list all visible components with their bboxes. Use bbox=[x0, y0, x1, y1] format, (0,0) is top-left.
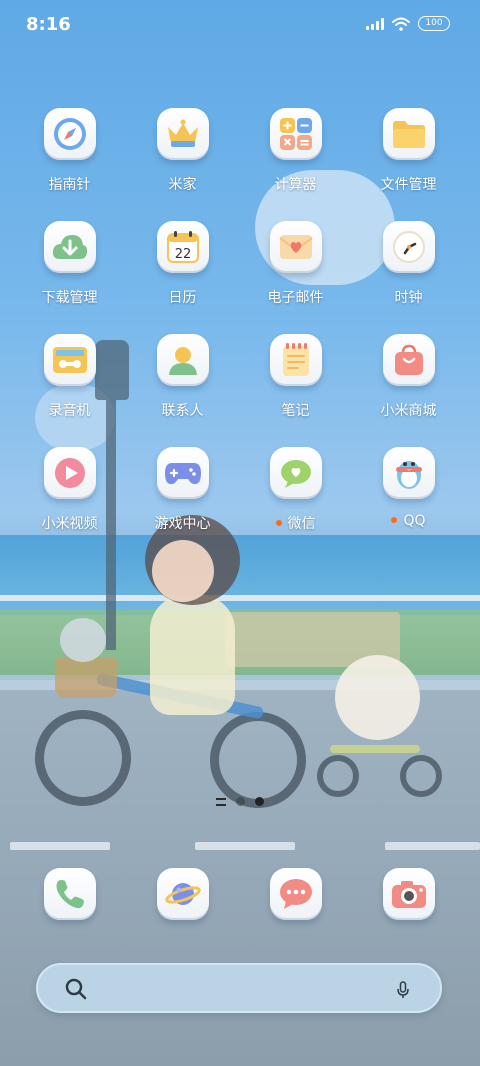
app-label: QQ bbox=[352, 513, 465, 529]
app-label: 下载管理 bbox=[41, 290, 98, 306]
gamepad-icon bbox=[156, 447, 209, 499]
folder-icon bbox=[382, 108, 435, 160]
dock-camera[interactable] bbox=[352, 868, 465, 920]
app-calendar[interactable]: 22 日历 bbox=[126, 221, 239, 307]
qq-penguin-icon bbox=[382, 447, 435, 499]
compass-icon bbox=[43, 108, 96, 160]
app-email[interactable]: 电子邮件 bbox=[239, 221, 352, 307]
shopping-bag-icon bbox=[382, 334, 435, 386]
wallpaper-dog-bike-wheel bbox=[400, 755, 442, 797]
contact-icon bbox=[156, 334, 209, 386]
app-label: 笔记 bbox=[281, 403, 310, 419]
app-label: 录音机 bbox=[48, 403, 91, 419]
app-recorder[interactable]: 录音机 bbox=[13, 334, 126, 420]
play-video-icon bbox=[43, 447, 96, 499]
dock-phone[interactable] bbox=[13, 868, 126, 920]
microphone-icon[interactable] bbox=[396, 981, 410, 999]
app-game-center[interactable]: 游戏中心 bbox=[126, 447, 239, 533]
page-dot[interactable] bbox=[236, 797, 245, 806]
mail-heart-icon bbox=[269, 221, 322, 273]
wallpaper-girl bbox=[150, 595, 235, 715]
wallpaper-road-line bbox=[10, 842, 110, 850]
clock-icon bbox=[382, 221, 435, 273]
app-label: 小米商城 bbox=[380, 403, 437, 419]
dock-messages[interactable] bbox=[239, 868, 352, 920]
app-mi-video[interactable]: 小米视频 bbox=[13, 447, 126, 533]
wifi-icon bbox=[392, 17, 410, 31]
app-label: 联系人 bbox=[161, 403, 204, 419]
app-download-manager[interactable]: 下载管理 bbox=[13, 221, 126, 307]
app-compass[interactable]: 指南针 bbox=[13, 108, 126, 194]
app-label: 日历 bbox=[168, 290, 197, 306]
search-icon[interactable] bbox=[64, 977, 88, 1001]
app-notes[interactable]: 笔记 bbox=[239, 334, 352, 420]
app-label: 微信 bbox=[239, 513, 352, 533]
page-indicator[interactable] bbox=[0, 797, 480, 806]
wallpaper-dog-bike-wheel bbox=[317, 755, 359, 797]
app-label: 计算器 bbox=[274, 177, 317, 193]
wallpaper-railing bbox=[0, 595, 480, 601]
new-install-dot bbox=[391, 517, 398, 523]
app-clock[interactable]: 时钟 bbox=[352, 221, 465, 307]
status-icons: 100 bbox=[366, 16, 450, 31]
app-calculator[interactable]: 计算器 bbox=[239, 108, 352, 194]
app-mijia[interactable]: 米家 bbox=[126, 108, 239, 194]
wallpaper-dog-bike bbox=[330, 745, 420, 753]
app-label: 时钟 bbox=[394, 290, 423, 306]
app-mi-store[interactable]: 小米商城 bbox=[352, 334, 465, 420]
app-label: 指南针 bbox=[48, 177, 91, 193]
app-label: 小米视频 bbox=[41, 516, 98, 532]
app-label-text: QQ bbox=[403, 513, 426, 529]
wechat-icon bbox=[269, 447, 322, 499]
calendar-icon: 22 bbox=[156, 221, 209, 273]
battery-indicator: 100 bbox=[418, 16, 450, 31]
page-dot-active[interactable] bbox=[255, 797, 264, 806]
page-indicator-menu[interactable] bbox=[216, 797, 226, 806]
wallpaper-cat bbox=[60, 618, 106, 662]
planet-icon bbox=[156, 868, 209, 920]
app-label: 游戏中心 bbox=[154, 516, 211, 532]
calculator-icon bbox=[269, 108, 322, 160]
notes-icon bbox=[269, 334, 322, 386]
status-bar: 8:16 100 bbox=[0, 0, 480, 50]
wallpaper-road-line bbox=[195, 842, 295, 850]
wallpaper-bike-wheel bbox=[210, 712, 306, 808]
search-bar[interactable] bbox=[36, 963, 442, 1013]
wallpaper-basket bbox=[55, 658, 117, 698]
app-label-text: 微信 bbox=[287, 516, 316, 532]
status-time: 8:16 bbox=[26, 14, 71, 35]
wallpaper-girl-face bbox=[152, 540, 214, 602]
wallpaper-road-line bbox=[385, 842, 480, 850]
new-install-dot bbox=[275, 520, 282, 526]
app-contacts[interactable]: 联系人 bbox=[126, 334, 239, 420]
app-label: 米家 bbox=[168, 177, 197, 193]
app-qq[interactable]: QQ bbox=[352, 447, 465, 529]
cellular-signal-icon bbox=[366, 17, 384, 30]
wallpaper-sea bbox=[0, 535, 480, 615]
phone-icon bbox=[43, 868, 96, 920]
crown-home-icon bbox=[156, 108, 209, 160]
app-label: 电子邮件 bbox=[267, 290, 324, 306]
wallpaper-dog bbox=[335, 655, 420, 740]
dock-browser[interactable] bbox=[126, 868, 239, 920]
home-screen: 8:16 100 指南针 米家 计算器 文件管理 下载管理 22 日历 电子邮件… bbox=[0, 0, 480, 1066]
app-file-manager[interactable]: 文件管理 bbox=[352, 108, 465, 194]
svg-text:22: 22 bbox=[174, 247, 191, 262]
app-label: 文件管理 bbox=[380, 177, 437, 193]
app-wechat[interactable]: 微信 bbox=[239, 447, 352, 533]
download-cloud-icon bbox=[43, 221, 96, 273]
wallpaper-bike-wheel bbox=[35, 710, 131, 806]
chat-bubble-icon bbox=[269, 868, 322, 920]
recorder-icon bbox=[43, 334, 96, 386]
camera-icon bbox=[382, 868, 435, 920]
